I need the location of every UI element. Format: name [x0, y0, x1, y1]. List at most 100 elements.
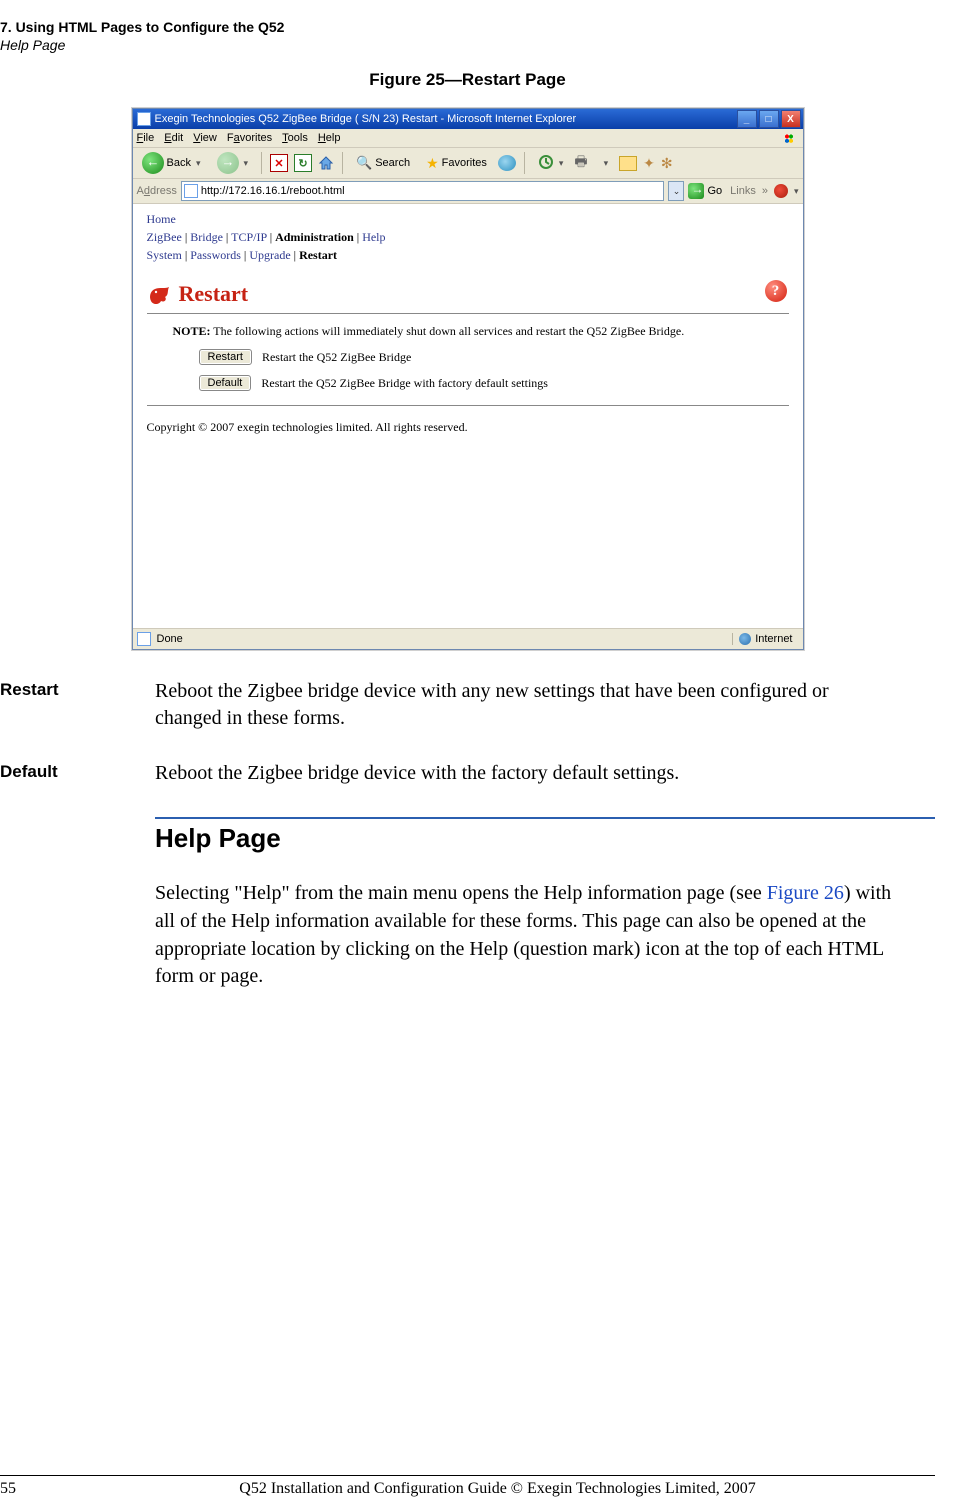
nav-help-link[interactable]: Help [362, 230, 385, 244]
toolbar-separator [342, 152, 343, 174]
favorites-label: Favorites [442, 157, 487, 169]
paragraph-pre: Selecting "Help" from the main menu open… [155, 882, 767, 904]
menu-file[interactable]: File [137, 132, 155, 144]
nav-system-link[interactable]: System [147, 248, 182, 262]
refresh-button[interactable]: ↻ [294, 154, 312, 172]
go-label: Go [707, 185, 722, 197]
note-text: NOTE: The following actions will immedia… [173, 324, 789, 339]
desc-restart: Reboot the Zigbee bridge device with any… [155, 678, 935, 732]
nav-bridge-link[interactable]: Bridge [190, 230, 223, 244]
status-zone-label: Internet [755, 633, 792, 645]
screenshot-ie-window: Exegin Technologies Q52 ZigBee Bridge ( … [132, 108, 804, 650]
minimize-button[interactable]: _ [737, 110, 757, 128]
back-label: Back [167, 157, 191, 169]
forward-button[interactable] [212, 149, 254, 177]
history-icon [538, 154, 554, 173]
menu-favorites[interactable]: Favorites [227, 132, 272, 144]
address-bar: Address http://172.16.16.1/reboot.html ⌄… [133, 179, 803, 204]
close-button[interactable]: X [781, 110, 801, 128]
menu-help[interactable]: Help [318, 132, 341, 144]
page-icon [137, 632, 151, 646]
restart-description: Restart the Q52 ZigBee Bridge [262, 350, 411, 365]
address-dropdown[interactable]: ⌄ [668, 181, 684, 201]
star-icon [426, 155, 439, 172]
page-content: Home ZigBee | Bridge | TCP/IP | Administ… [133, 204, 803, 628]
favorites-button[interactable]: Favorites [421, 152, 492, 175]
figure-26-link[interactable]: Figure 26 [767, 882, 844, 904]
desc-default: Reboot the Zigbee bridge device with the… [155, 760, 935, 787]
nav-home-link[interactable]: Home [147, 212, 176, 226]
links-chevron-icon[interactable] [760, 185, 770, 197]
print-button[interactable] [574, 151, 587, 175]
nav-tcpip-link[interactable]: TCP/IP [231, 230, 267, 244]
menu-tools[interactable]: Tools [282, 132, 308, 144]
search-label: Search [375, 157, 410, 169]
term-restart: Restart [0, 678, 155, 732]
forward-dropdown-icon[interactable] [242, 157, 249, 169]
back-dropdown-icon[interactable] [194, 157, 201, 169]
folder-button[interactable] [619, 156, 637, 171]
extension-button-1[interactable] [643, 155, 655, 172]
copyright-text: Copyright © 2007 exegin technologies lim… [147, 420, 789, 435]
page-number: 55 [0, 1480, 60, 1498]
section-title: Help Page [155, 823, 935, 854]
internet-zone-icon [739, 633, 751, 645]
extension-button-2[interactable] [661, 155, 673, 172]
search-button[interactable]: Search [351, 152, 415, 174]
divider [147, 405, 789, 406]
divider [147, 313, 789, 314]
address-label: Address [137, 185, 177, 197]
back-button[interactable]: Back [137, 149, 206, 177]
nav-passwords-link[interactable]: Passwords [190, 248, 241, 262]
help-icon[interactable]: ? [765, 280, 787, 302]
page-title: Restart [179, 281, 249, 307]
url-text: http://172.16.16.1/reboot.html [201, 185, 345, 197]
mail-button[interactable] [594, 154, 614, 172]
status-done: Done [157, 633, 183, 645]
nav-restart-current: Restart [299, 248, 337, 262]
mail-dropdown-icon[interactable] [602, 157, 609, 169]
maximize-button[interactable]: □ [759, 110, 779, 128]
forward-icon [217, 152, 239, 174]
footer-text: Q52 Installation and Configuration Guide… [60, 1480, 935, 1498]
home-button[interactable] [318, 155, 334, 171]
search-icon [356, 155, 372, 171]
snagit-dropdown-icon[interactable] [792, 185, 799, 197]
status-bar: Done Internet [133, 628, 803, 649]
menu-view[interactable]: View [193, 132, 217, 144]
nav-admin-current: Administration [275, 230, 354, 244]
section-rule [155, 817, 935, 819]
toolbar: Back ✕ ↻ Search Favorites [133, 148, 803, 179]
history-dropdown-icon[interactable] [557, 157, 564, 169]
default-description: Restart the Q52 ZigBee Bridge with facto… [261, 376, 548, 391]
windows-flag-icon [779, 131, 799, 145]
note-body: The following actions will immediately s… [211, 324, 685, 338]
window-title: Exegin Technologies Q52 ZigBee Bridge ( … [155, 113, 737, 125]
links-label[interactable]: Links [730, 185, 756, 197]
figure-caption: Figure 25—Restart Page [0, 70, 935, 90]
dragon-icon [147, 283, 173, 305]
status-zone: Internet [732, 633, 798, 645]
note-label: NOTE: [173, 324, 211, 338]
nav-zigbee-link[interactable]: ZigBee [147, 230, 182, 244]
toolbar-separator [261, 152, 262, 174]
restart-button[interactable]: Restart [199, 349, 252, 365]
menu-edit[interactable]: Edit [164, 132, 183, 144]
page-footer: 55 Q52 Installation and Configuration Gu… [0, 1475, 935, 1498]
page-icon [184, 184, 198, 198]
nav-upgrade-link[interactable]: Upgrade [249, 248, 290, 262]
go-button[interactable]: Go [688, 183, 722, 199]
history-button[interactable] [533, 151, 569, 176]
toolbar-separator [524, 152, 525, 174]
header-chapter: 7. Using HTML Pages to Configure the Q52 [0, 18, 935, 36]
snagit-icon[interactable] [774, 184, 788, 198]
header-section: Help Page [0, 36, 935, 54]
address-input[interactable]: http://172.16.16.1/reboot.html [181, 181, 665, 201]
page-icon [137, 112, 151, 126]
stop-button[interactable]: ✕ [270, 154, 288, 172]
help-paragraph: Selecting "Help" from the main menu open… [155, 880, 895, 990]
window-titlebar[interactable]: Exegin Technologies Q52 ZigBee Bridge ( … [133, 109, 803, 129]
default-button[interactable]: Default [199, 375, 252, 391]
media-button[interactable] [498, 155, 516, 171]
term-default: Default [0, 760, 155, 787]
